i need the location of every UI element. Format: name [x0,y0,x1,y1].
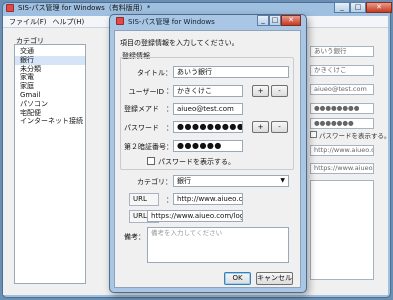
password-minus-button[interactable]: - [271,121,288,133]
close-button[interactable]: ✕ [366,2,392,13]
main-title-text: SIS-パス管理 for Windows（有料版用） [18,4,147,12]
email-input[interactable]: aiueo@test.com [173,103,243,115]
main-password-field[interactable]: ●●●●●●●● [310,103,374,114]
menu-help[interactable]: ヘルプ(H) [53,17,85,27]
title-input[interactable]: あいう銀行 [173,66,289,78]
password-input[interactable]: ●●●●●●●●●● [173,121,243,133]
pin-label: 第２暗証番号 [124,143,166,151]
dialog-title: SIS-パス管理 for Windows [128,18,215,26]
category-item[interactable]: インターネット接続 [15,117,85,126]
email-colon: ： [166,105,173,113]
password-colon: ： [166,124,173,132]
dialog-instruction: 項目の登録情報を入力してください。 [120,39,239,47]
main-userid-field[interactable]: かきくけこ [310,65,374,76]
main-email-field[interactable]: aiueo@test.com [310,84,374,95]
category-item[interactable]: パソコン [15,100,85,109]
note-textarea[interactable]: 備考を入力してください [147,227,289,263]
email-label: 登録メアド [124,105,159,113]
password-label: パスワード [124,124,159,132]
main-note-field[interactable] [310,180,374,280]
dialog-app-icon [116,17,124,25]
url-input[interactable]: http://www.aiueo.com [173,193,243,205]
dialog-maximize-button[interactable]: □ [269,15,281,26]
note-label: 備考： [124,233,145,241]
category-label: カテゴリ： [137,178,172,186]
category-item[interactable]: 交通 [15,47,85,56]
main-pin-field[interactable]: ●●●●●●● [310,118,374,129]
userid-label: ユーザーID [128,88,164,96]
main-window-controls: _ □ ✕ [334,2,392,13]
main-show-password-label: パスワードを表示する。 [319,132,391,140]
cancel-button[interactable]: キャンセル [256,272,293,285]
category-item[interactable]: Gmail [15,91,85,100]
main-url2-field[interactable]: https://www.aiueo.com [310,163,374,174]
category-item[interactable]: 家電 [15,73,85,82]
chevron-down-icon: ▼ [280,177,285,184]
userid-minus-button[interactable]: - [271,85,288,97]
main-title-modified-mark: * [146,4,151,12]
ok-button[interactable]: OK [224,272,251,285]
menu-file[interactable]: ファイル(F) [9,17,47,27]
category-select[interactable]: 銀行 ▼ [173,175,289,187]
url-label: URL [133,195,147,203]
pin-input[interactable]: ●●●●●● [173,140,243,152]
url-label-box: URL [129,193,159,206]
show-password-label: パスワードを表示する。 [158,158,235,166]
userid-colon: ： [166,87,173,95]
url-colon: ： [166,196,173,204]
minimize-button[interactable]: _ [334,2,350,13]
category-item[interactable]: 家庭 [15,82,85,91]
password-plus-button[interactable]: + [252,121,269,133]
category-select-value: 銀行 [177,177,191,185]
dialog-close-button[interactable]: ✕ [281,15,301,26]
main-window-title: SIS-パス管理 for Windows（有料版用）* [18,3,150,13]
main-title-field[interactable]: あいう銀行 [310,46,374,57]
dialog-minimize-button[interactable]: _ [257,15,269,26]
category-item-selected[interactable]: 銀行 [15,55,85,65]
userid-plus-button[interactable]: + [252,85,269,97]
app-icon [6,4,14,12]
category-list[interactable]: 交通 銀行 未分類 家電 家庭 Gmail パソコン 宅配便 インターネット接続 [14,44,86,284]
title-label: タイトル： [137,69,172,77]
main-url-field[interactable]: http://www.aiueo.com [310,145,374,156]
maximize-button[interactable]: □ [350,2,366,13]
pin-colon: ： [166,143,173,151]
show-password-checkbox[interactable] [147,157,155,165]
main-show-password-checkbox[interactable] [310,131,317,138]
dialog-window-controls: _ □ ✕ [257,15,301,26]
url2-input[interactable]: https://www.aiueo.com/login [147,210,243,222]
userid-input[interactable]: かきくけこ [173,85,243,97]
